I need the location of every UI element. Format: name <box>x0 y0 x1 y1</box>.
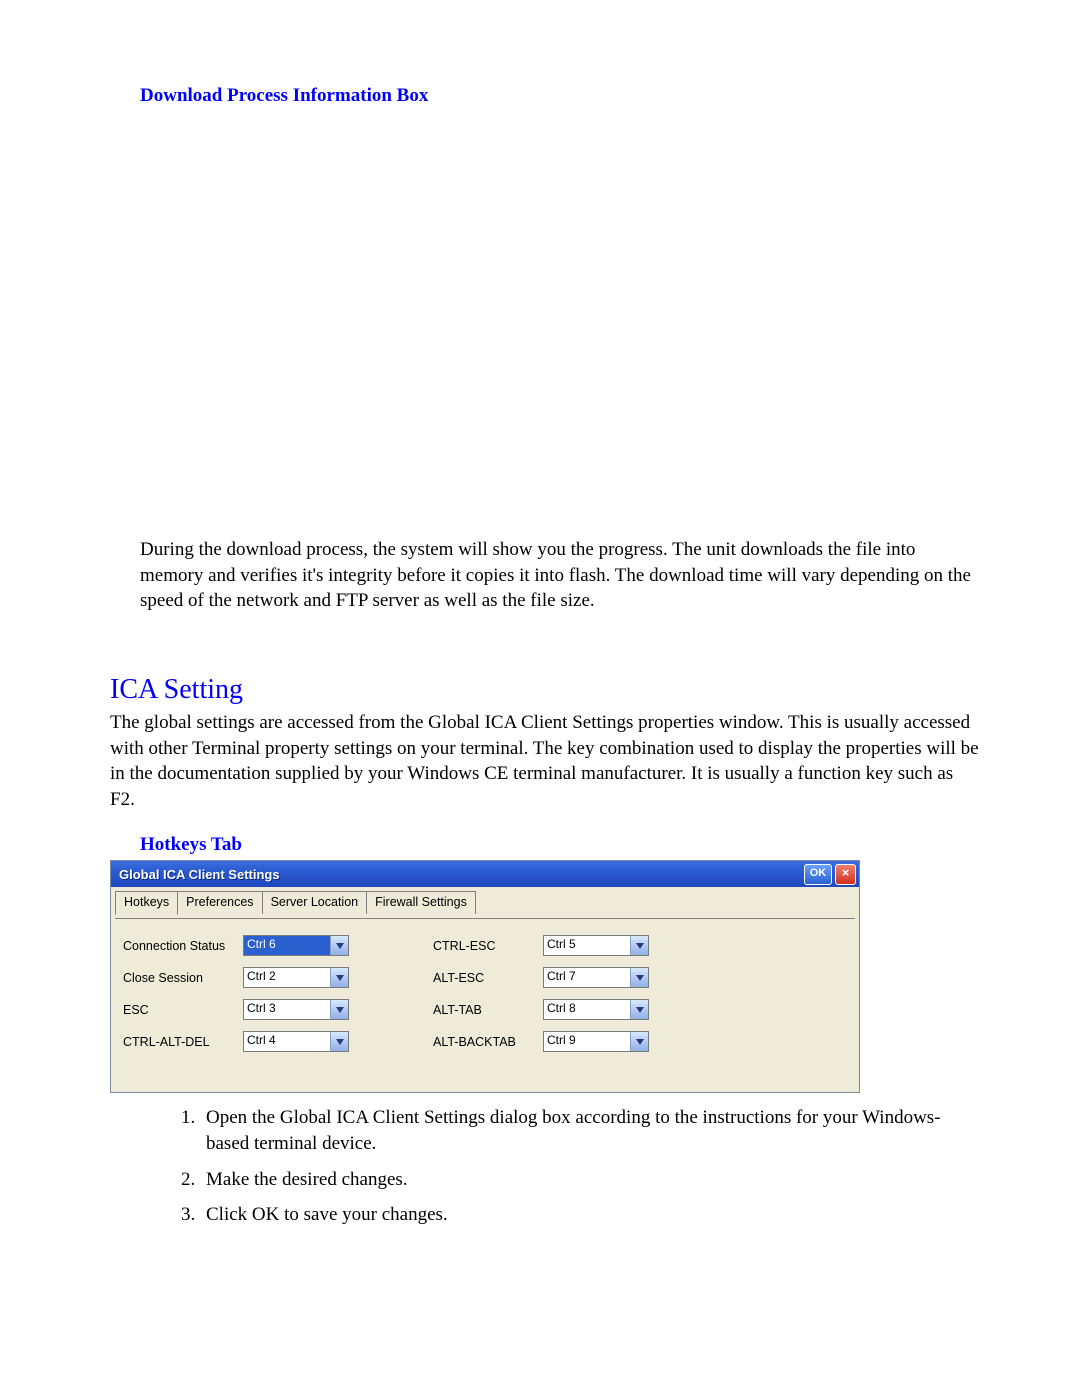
ok-button[interactable]: OK <box>804 864 832 885</box>
chevron-down-icon <box>630 1032 648 1051</box>
label-alt-tab: ALT-TAB <box>433 1003 543 1017</box>
chevron-down-icon <box>330 936 348 955</box>
download-description: During the download process, the system … <box>140 537 980 614</box>
step-item: Click OK to save your changes. <box>200 1202 980 1228</box>
select-value: Ctrl 6 <box>244 936 330 955</box>
select-esc[interactable]: Ctrl 3 <box>243 999 349 1020</box>
tab-hotkeys[interactable]: Hotkeys <box>115 891 178 915</box>
label-esc: ESC <box>123 1003 243 1017</box>
select-ctrl-esc[interactable]: Ctrl 5 <box>543 935 649 956</box>
label-connection-status: Connection Status <box>123 939 243 953</box>
select-value: Ctrl 2 <box>244 968 330 987</box>
label-alt-esc: ALT-ESC <box>433 971 543 985</box>
label-alt-backtab: ALT-BACKTAB <box>433 1035 543 1049</box>
select-value: Ctrl 5 <box>544 936 630 955</box>
select-value: Ctrl 3 <box>244 1000 330 1019</box>
select-value: Ctrl 8 <box>544 1000 630 1019</box>
select-alt-tab[interactable]: Ctrl 8 <box>543 999 649 1020</box>
tabs-row: Hotkeys Preferences Server Location Fire… <box>115 891 855 914</box>
select-value: Ctrl 7 <box>544 968 630 987</box>
ica-description: The global settings are accessed from th… <box>110 710 980 813</box>
select-close-session[interactable]: Ctrl 2 <box>243 967 349 988</box>
label-ctrl-esc: CTRL-ESC <box>433 939 543 953</box>
select-connection-status[interactable]: Ctrl 6 <box>243 935 349 956</box>
ica-setting-heading: ICA Setting <box>110 674 980 706</box>
close-button[interactable]: × <box>835 864 856 885</box>
hotkeys-panel: Connection Status Ctrl 6 CTRL-ESC Ctrl 5 <box>115 918 855 1080</box>
dialog-titlebar: Global ICA Client Settings OK × <box>111 861 859 887</box>
select-alt-backtab[interactable]: Ctrl 9 <box>543 1031 649 1052</box>
step-item: Open the Global ICA Client Settings dial… <box>200 1105 980 1156</box>
tab-firewall-settings[interactable]: Firewall Settings <box>366 891 476 914</box>
chevron-down-icon <box>330 968 348 987</box>
tab-server-location[interactable]: Server Location <box>262 891 368 914</box>
label-close-session: Close Session <box>123 971 243 985</box>
select-value: Ctrl 4 <box>244 1032 330 1051</box>
image-placeholder <box>110 117 980 537</box>
tab-preferences[interactable]: Preferences <box>177 891 262 914</box>
select-value: Ctrl 9 <box>544 1032 630 1051</box>
chevron-down-icon <box>630 936 648 955</box>
chevron-down-icon <box>330 1032 348 1051</box>
select-ctrl-alt-del[interactable]: Ctrl 4 <box>243 1031 349 1052</box>
global-ica-settings-dialog: Global ICA Client Settings OK × Hotkeys … <box>110 860 860 1093</box>
dialog-title: Global ICA Client Settings <box>119 867 280 882</box>
download-process-heading: Download Process Information Box <box>140 85 980 107</box>
label-ctrl-alt-del: CTRL-ALT-DEL <box>123 1035 243 1049</box>
chevron-down-icon <box>630 1000 648 1019</box>
select-alt-esc[interactable]: Ctrl 7 <box>543 967 649 988</box>
hotkeys-tab-heading: Hotkeys Tab <box>140 834 980 856</box>
chevron-down-icon <box>630 968 648 987</box>
chevron-down-icon <box>330 1000 348 1019</box>
steps-list: Open the Global ICA Client Settings dial… <box>140 1105 980 1228</box>
step-item: Make the desired changes. <box>200 1167 980 1193</box>
